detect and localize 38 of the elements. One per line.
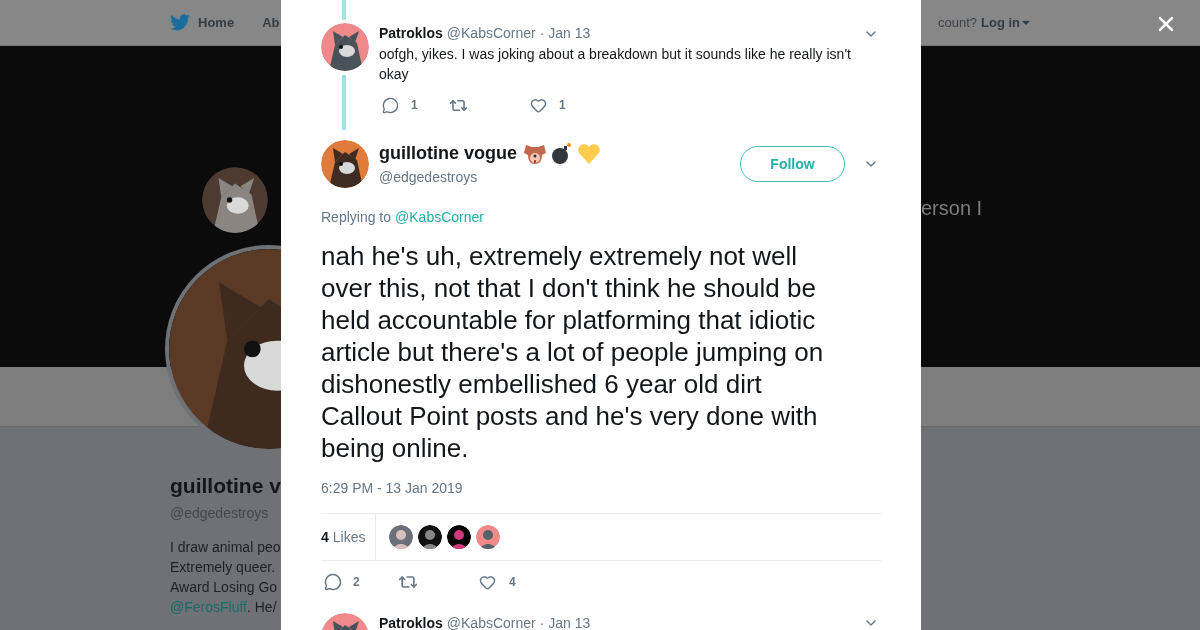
author-handle: @KabsCorner xyxy=(446,613,536,630)
replying-label: Replying to xyxy=(321,208,392,227)
bird-icon xyxy=(170,14,190,31)
reply-count: 2 xyxy=(353,574,361,591)
bio-line: I draw animal peo xyxy=(170,538,281,557)
like-icon[interactable] xyxy=(479,573,496,591)
author-name: Patroklos xyxy=(379,613,443,630)
author-handle: @edgedestroys xyxy=(379,168,479,187)
bio-line: . He/ xyxy=(247,598,277,617)
banner-text: erson I xyxy=(921,196,983,221)
like-icon[interactable] xyxy=(530,96,547,114)
profile-name: guillotine v xyxy=(170,473,281,499)
bio-line: Extremely queer. xyxy=(170,558,277,577)
heart-icon xyxy=(577,142,601,165)
tweet-timestamp: 6:29 PM - 13 Jan 2019 xyxy=(321,479,464,498)
reply-count: 1 xyxy=(411,97,419,114)
likes-label: Likes xyxy=(332,527,366,547)
nav-link[interactable]: Ab xyxy=(262,12,280,33)
likes-count: 4 xyxy=(321,527,329,547)
author-name: Patroklos xyxy=(379,24,443,43)
like-count: 4 xyxy=(509,574,516,591)
dog-face-icon xyxy=(523,142,547,165)
account-prompt: count? xyxy=(937,13,977,32)
caret-icon xyxy=(1022,20,1030,25)
mention-link[interactable]: @KabsCorner xyxy=(395,207,484,228)
tweet-text: nah he's uh, extremely extremely not well over this, not that I don't think he should be held accountable for platforming that idiotic article but there's a lot of people jumping on dishonestly embellished 6 year old dirt Callout Point posts and he's very done with being online. xyxy=(321,240,825,464)
nav-link[interactable]: Home xyxy=(198,12,235,33)
bomb-icon xyxy=(550,142,574,165)
tweet-date: · Jan 13 xyxy=(539,24,591,43)
like-count: 1 xyxy=(559,97,566,114)
tweet-date: · Jan 13 xyxy=(539,613,591,630)
login-link[interactable]: Log in xyxy=(981,12,1030,33)
reply-icon[interactable] xyxy=(324,573,342,591)
reply-icon[interactable] xyxy=(382,96,399,114)
author-name: guillotine vogue xyxy=(379,142,517,165)
tweet-text: oofgh, yikes. I was joking about a breakdown but it sounds like he really isn't okay xyxy=(379,45,852,84)
bio-line: Award Losing Go xyxy=(170,578,279,597)
author-handle: @KabsCorner xyxy=(446,24,536,43)
